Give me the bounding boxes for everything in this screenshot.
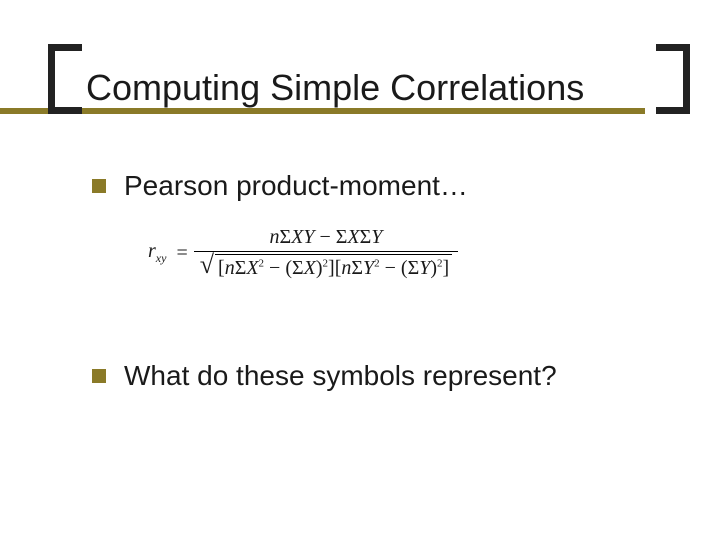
accent-bar-left [0,108,48,114]
bracket-left-icon [48,44,82,114]
bullet-item-2: What do these symbols represent? [92,360,640,392]
formula-lhs: rxy [148,240,170,266]
radicand: [nΣX2 − (ΣX)2][nΣY2 − (ΣY)2] [215,254,452,280]
formula-eq: = [170,242,193,265]
radical-icon: √ [200,254,215,280]
formula-denominator: √ [nΣX2 − (ΣX)2][nΣY2 − (ΣY)2] [194,252,458,280]
square-bullet-icon [92,369,106,383]
formula-lhs-sub: xy [156,251,167,265]
bullet-text-2: What do these symbols represent? [124,360,557,392]
formula-numerator: nΣXY − ΣXΣY [264,226,389,251]
bracket-right-icon [656,44,690,114]
square-bullet-icon [92,179,106,193]
title-row: Computing Simple Correlations [48,62,690,114]
slide-body: Pearson product-moment… rxy = nΣXY − ΣXΣ… [0,130,720,392]
formula-fraction: nΣXY − ΣXΣY √ [nΣX2 − (ΣX)2][nΣY2 − (ΣY)… [194,226,458,280]
bullet-text-1: Pearson product-moment… [124,170,468,202]
slide-header: Computing Simple Correlations [0,0,720,130]
formula-lhs-var: r [148,240,156,262]
bullet-item-1: Pearson product-moment… [92,170,640,202]
sqrt: √ [nΣX2 − (ΣX)2][nΣY2 − (ΣY)2] [200,254,452,280]
pearson-formula: rxy = nΣXY − ΣXΣY √ [nΣX2 − (ΣX)2][nΣY2 … [148,226,640,280]
slide-title: Computing Simple Correlations [82,67,656,109]
accent-bar-under-title [82,108,645,114]
